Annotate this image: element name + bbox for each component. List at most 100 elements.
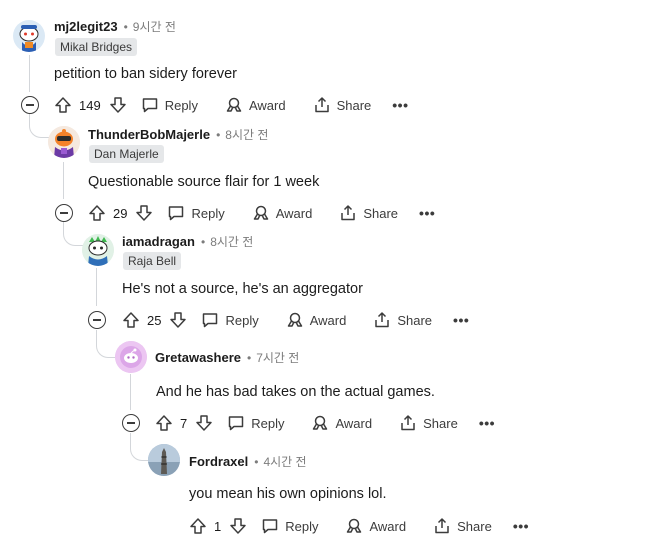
collapse-button[interactable]: [21, 96, 39, 114]
comment-body: you mean his own opinions lol.: [189, 486, 387, 502]
downvote-button[interactable]: [109, 96, 127, 114]
avatar[interactable]: [115, 341, 147, 373]
more-options-button[interactable]: •••: [479, 415, 495, 431]
thread-line: [96, 268, 97, 306]
reply-icon: [169, 206, 184, 221]
downvote-icon: [170, 312, 187, 328]
timestamp[interactable]: 4시간 전: [263, 453, 306, 470]
comment-actions: 1 Reply Award Share •••: [189, 514, 529, 538]
comment-body: petition to ban sidery forever: [54, 66, 237, 82]
separator-dot: •: [200, 234, 206, 249]
username[interactable]: iamadragan: [122, 234, 195, 249]
award-label: Award: [335, 415, 373, 431]
more-options-button[interactable]: •••: [419, 205, 435, 221]
timestamp[interactable]: 8시간 전: [210, 233, 253, 250]
downvote-button[interactable]: [195, 414, 213, 432]
more-options-button[interactable]: •••: [513, 518, 529, 534]
timestamp[interactable]: 7시간 전: [256, 349, 299, 366]
upvote-button[interactable]: [155, 414, 173, 432]
award-icon: [347, 518, 362, 533]
comment-actions: 149 Reply Award Share •••: [54, 93, 409, 117]
thread-line: [130, 374, 131, 410]
username[interactable]: ThunderBobMajerle: [88, 127, 210, 142]
reply-label: Reply: [164, 97, 198, 113]
separator-dot: •: [247, 350, 252, 365]
thread-connector: [63, 222, 85, 246]
share-button[interactable]: Share: [313, 96, 371, 114]
upvote-button[interactable]: [189, 517, 207, 535]
reply-button[interactable]: Reply: [227, 414, 284, 432]
share-icon: [435, 518, 449, 534]
separator-dot: •: [123, 19, 128, 34]
share-label: Share: [397, 312, 433, 328]
collapse-button[interactable]: [55, 204, 73, 222]
username[interactable]: Gretawashere: [155, 350, 241, 365]
award-icon: [287, 312, 302, 327]
award-button[interactable]: Award: [225, 96, 286, 114]
vote-count: 1: [214, 518, 222, 534]
downvote-icon: [230, 518, 246, 534]
upvote-icon: [123, 312, 139, 328]
award-icon: [226, 97, 242, 112]
award-button[interactable]: Award: [345, 517, 406, 535]
reply-label: Reply: [251, 415, 285, 431]
vote-count: 149: [79, 97, 101, 113]
downvote-button[interactable]: [229, 517, 247, 535]
downvote-button[interactable]: [169, 311, 187, 329]
share-button[interactable]: Share: [433, 517, 492, 535]
share-label: Share: [457, 518, 492, 534]
comment-body: And he has bad takes on the actual games…: [156, 384, 435, 400]
reply-button[interactable]: Reply: [141, 96, 198, 114]
thread-line: [63, 162, 64, 199]
downvote-icon: [136, 205, 153, 221]
reply-label: Reply: [225, 312, 259, 328]
award-button[interactable]: Award: [252, 204, 313, 222]
separator-dot: •: [216, 127, 221, 142]
award-button[interactable]: Award: [311, 414, 372, 432]
upvote-icon: [89, 205, 105, 221]
upvote-icon: [190, 518, 206, 534]
reply-icon: [142, 98, 157, 113]
username[interactable]: mj2legit23: [54, 19, 118, 34]
reply-label: Reply: [191, 205, 225, 221]
avatar[interactable]: [82, 234, 114, 266]
share-icon: [401, 415, 415, 431]
timestamp[interactable]: 8시간 전: [225, 126, 268, 143]
thread-connector: [29, 114, 51, 138]
share-button[interactable]: Share: [399, 414, 458, 432]
award-label: Award: [275, 205, 313, 221]
reply-button[interactable]: Reply: [201, 311, 259, 329]
share-label: Share: [423, 415, 458, 431]
award-icon: [313, 415, 328, 430]
upvote-icon: [55, 97, 71, 113]
upvote-button[interactable]: [54, 96, 72, 114]
username[interactable]: Fordraxel: [189, 454, 248, 469]
downvote-icon: [196, 415, 212, 431]
user-flair: Dan Majerle: [89, 145, 164, 163]
collapse-button[interactable]: [122, 414, 140, 432]
share-button[interactable]: Share: [339, 204, 398, 222]
share-button[interactable]: Share: [373, 311, 432, 329]
avatar[interactable]: [13, 20, 45, 52]
vote-count: 7: [180, 415, 188, 431]
comment-actions: 25 Reply Award Share •••: [122, 308, 469, 332]
more-options-button[interactable]: •••: [453, 312, 469, 328]
upvote-button[interactable]: [122, 311, 140, 329]
award-label: Award: [369, 518, 407, 534]
more-options-button[interactable]: •••: [392, 97, 408, 113]
user-flair: Mikal Bridges: [55, 38, 138, 56]
reply-icon: [203, 313, 218, 328]
downvote-button[interactable]: [135, 204, 153, 222]
collapse-button[interactable]: [88, 311, 106, 329]
reply-button[interactable]: Reply: [261, 517, 318, 535]
reply-button[interactable]: Reply: [167, 204, 225, 222]
comment-body: Questionable source flair for 1 week: [88, 174, 320, 190]
reply-label: Reply: [285, 518, 319, 534]
timestamp[interactable]: 9시간 전: [133, 18, 176, 35]
avatar[interactable]: [48, 126, 80, 158]
user-flair: Raja Bell: [123, 252, 182, 270]
comment-actions: 29 Reply Award Share •••: [88, 201, 435, 225]
upvote-button[interactable]: [88, 204, 106, 222]
avatar[interactable]: [148, 444, 180, 476]
award-button[interactable]: Award: [286, 311, 346, 329]
